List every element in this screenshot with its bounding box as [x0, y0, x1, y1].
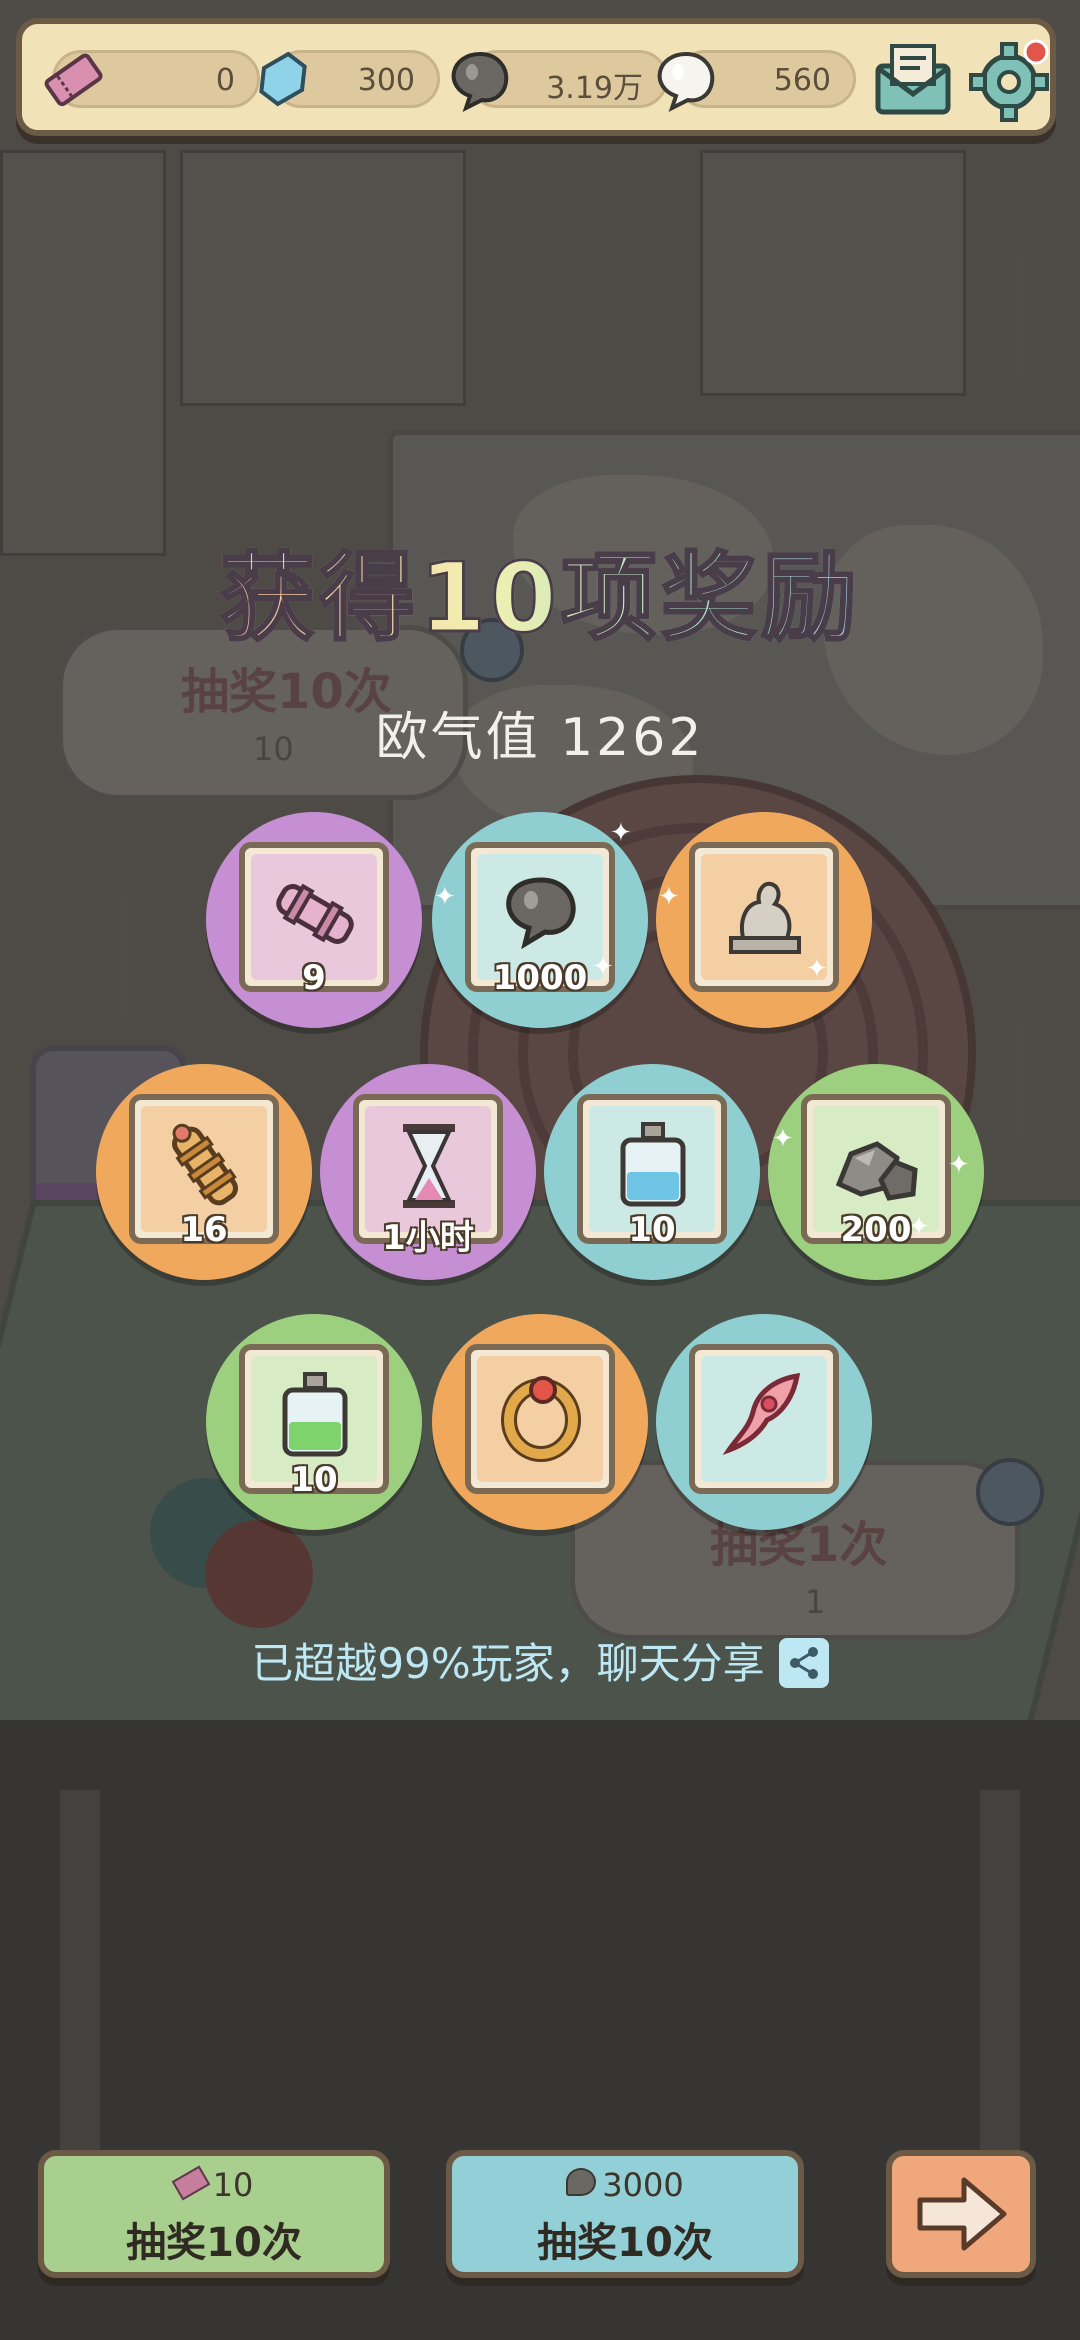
- telescope-scroll-icon: [276, 883, 354, 944]
- draw-ten-ticket-button[interactable]: 10 抽奖10次: [38, 2150, 390, 2278]
- sparkle-icon: ✦: [948, 1150, 970, 1180]
- stone-ore-icon: [835, 1141, 918, 1201]
- reward-qty: 10: [290, 1460, 338, 1500]
- reward-item-statue[interactable]: ✦ ✦: [656, 812, 872, 1028]
- reward-qty: 200: [840, 1210, 912, 1250]
- mail-icon[interactable]: [868, 34, 958, 124]
- reward-item-hourglass[interactable]: 1小时: [320, 1064, 536, 1280]
- draw-ten-soul-cost: 3000: [452, 2166, 798, 2204]
- reward-title: 获得10项奖励: [0, 520, 1080, 659]
- share-text: 已超越99%玩家，聊天分享: [251, 1639, 765, 1688]
- reward-item-telescope-scroll[interactable]: 9: [206, 812, 422, 1028]
- crystal-count: 300: [357, 63, 415, 98]
- reward-qty: 1小时: [382, 1218, 474, 1258]
- red-feather-icon: [722, 1372, 801, 1456]
- gray-soul-count: 3.19万: [546, 71, 643, 106]
- sparkle-icon: ✦: [610, 818, 632, 848]
- white-soul-count: 560: [773, 63, 831, 98]
- ticket-count: 0: [215, 63, 235, 98]
- reward-item-gray-soul[interactable]: ✦ ✦ ✦ 1000: [432, 812, 648, 1028]
- white-soul-icon: [657, 51, 715, 112]
- reward-item-gold-scroll[interactable]: 16: [96, 1064, 312, 1280]
- reward-item-stone-ore[interactable]: ✦ ✦ ✦ 200: [768, 1064, 984, 1280]
- statue-icon: [729, 881, 801, 954]
- crystal-icon: [259, 51, 307, 107]
- reward-qty: 9: [302, 958, 326, 998]
- draw-ten-ticket-label: 抽奖10次: [126, 2220, 302, 2266]
- reward-item-ruby-ring[interactable]: [432, 1314, 648, 1530]
- hourglass-icon: [403, 1124, 455, 1208]
- reward-qty: 1000: [492, 958, 588, 998]
- luck-value: 欧气值 1262: [375, 708, 705, 768]
- sparkle-icon: ✦: [434, 882, 456, 912]
- sparkle-icon: ✦: [806, 954, 828, 984]
- ticket-icon: [44, 53, 103, 107]
- reward-item-red-feather[interactable]: [656, 1314, 872, 1530]
- reward-qty: 16: [180, 1210, 228, 1250]
- gray-soul-reward-icon: [506, 877, 576, 950]
- next-button[interactable]: [886, 2150, 1036, 2278]
- draw-ten-soul-button[interactable]: 3000 抽奖10次: [446, 2150, 804, 2278]
- resource-bar: 0 300 3.19万 560: [16, 18, 1056, 136]
- sparkle-icon: ✦: [658, 882, 680, 912]
- reward-item-blue-potion[interactable]: 10: [544, 1064, 760, 1280]
- gold-scroll-icon: [172, 1123, 238, 1206]
- arrow-right-icon: [917, 2177, 1007, 2251]
- green-potion-icon: [282, 1372, 348, 1457]
- notification-dot: [1023, 39, 1049, 65]
- draw-ten-ticket-cost: 10: [44, 2165, 384, 2204]
- ticket-icon: [171, 2165, 210, 2201]
- ruby-ring-icon: [501, 1376, 581, 1462]
- share-icon[interactable]: [778, 1638, 829, 1688]
- gray-soul-icon: [566, 2168, 597, 2196]
- share-row[interactable]: 已超越99%玩家，聊天分享: [0, 1630, 1080, 1691]
- reward-item-green-potion[interactable]: 10: [206, 1314, 422, 1530]
- gray-soul-icon: [451, 51, 509, 112]
- blue-potion-icon: [620, 1122, 686, 1207]
- draw-ten-soul-label: 抽奖10次: [537, 2220, 713, 2266]
- sparkle-icon: ✦: [772, 1124, 794, 1154]
- settings-gear-icon[interactable]: [966, 36, 1052, 122]
- reward-qty: 10: [628, 1210, 676, 1250]
